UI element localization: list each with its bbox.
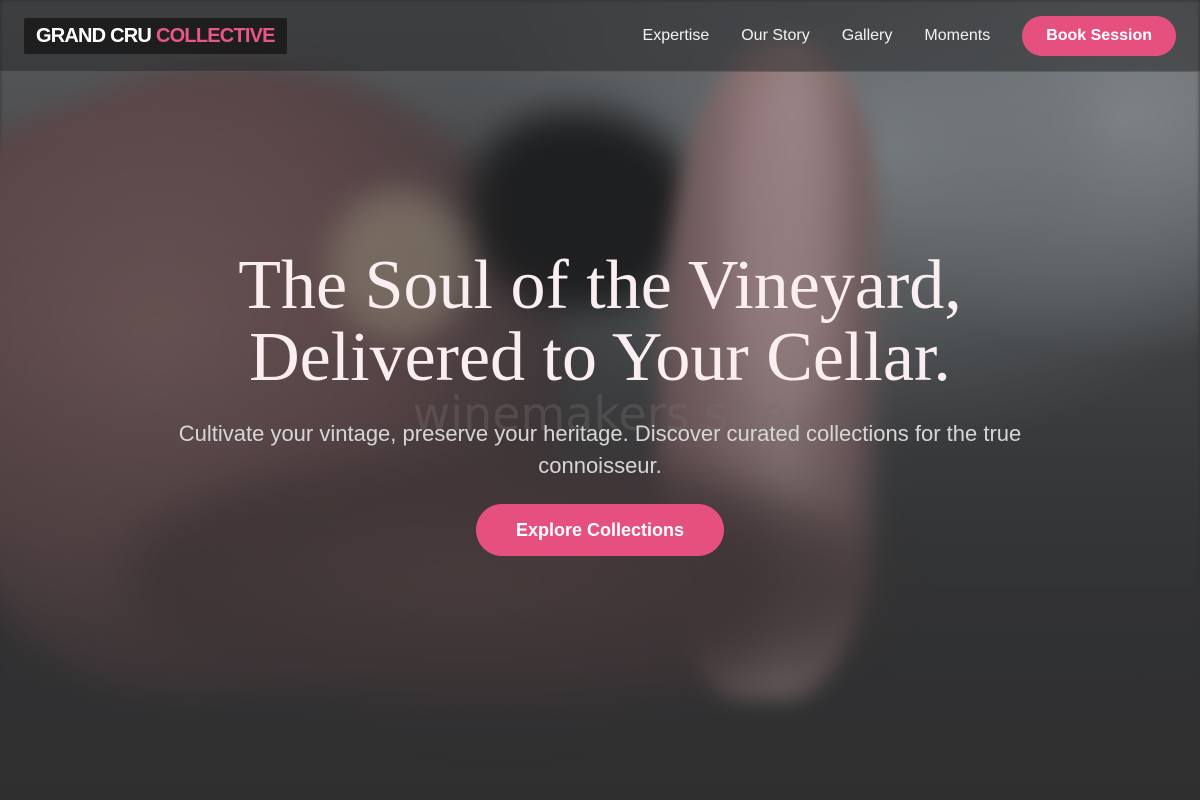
nav-link-our-story[interactable]: Our Story [741,27,809,45]
top-navbar: GRAND CRU COLLECTIVE Expertise Our Story… [0,0,1200,72]
hero-section: winemakers site The Soul of the Vineyard… [0,250,1200,556]
book-session-button[interactable]: Book Session [1022,16,1176,56]
page: GRAND CRU COLLECTIVE Expertise Our Story… [0,0,1200,800]
nav-link-expertise[interactable]: Expertise [643,27,710,45]
nav-link-gallery[interactable]: Gallery [842,27,893,45]
hero-title-line-1: The Soul of the Vineyard, [238,247,962,324]
explore-collections-button[interactable]: Explore Collections [475,504,725,556]
nav-link-moments[interactable]: Moments [924,27,990,45]
hero-title-line-2: Delivered to Your Cellar. [249,319,951,396]
brand-logo[interactable]: GRAND CRU COLLECTIVE [24,18,287,54]
hero-title: The Soul of the Vineyard, Delivered to Y… [0,250,1200,394]
brand-name-accent: COLLECTIVE [156,24,275,47]
hero-subtitle: Cultivate your vintage, preserve your he… [178,421,1022,478]
main-nav: Expertise Our Story Gallery Moments Book… [643,16,1176,56]
brand-name-primary: GRAND CRU [36,24,152,47]
